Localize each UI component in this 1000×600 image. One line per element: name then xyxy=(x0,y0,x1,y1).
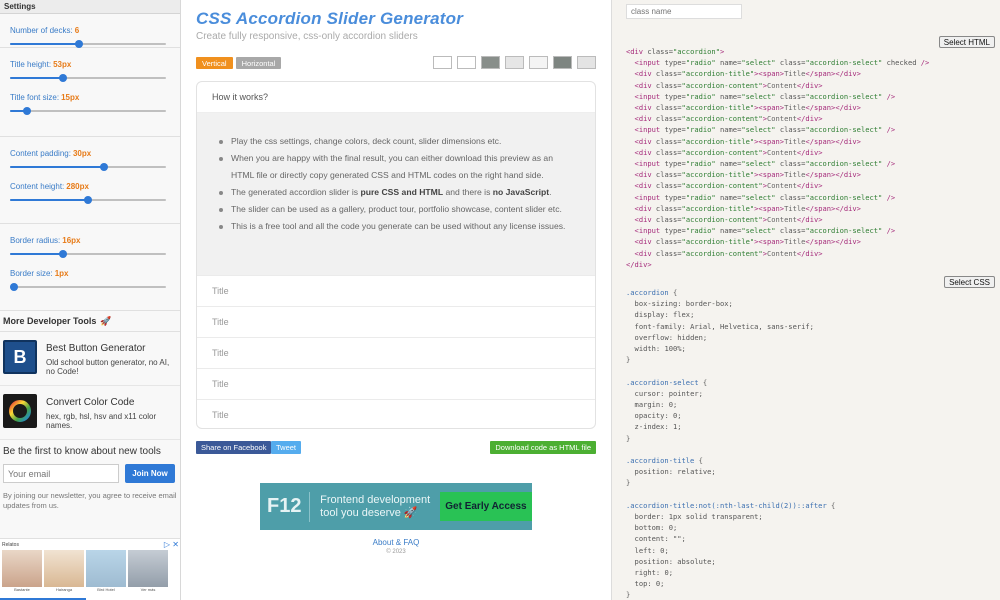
title-font-size-control: Title font size: 15px xyxy=(10,81,170,116)
accordion-title[interactable]: Title xyxy=(197,337,595,368)
slider-handle[interactable] xyxy=(84,196,92,204)
share-row: Share on Facebook Tweet Download code as… xyxy=(196,441,596,454)
list-item: When you are happy with the final result… xyxy=(217,150,575,184)
color-swatch[interactable] xyxy=(505,56,524,69)
ad-thumb[interactable]: Bastante xyxy=(2,550,42,592)
ad-thumb[interactable]: Ver más xyxy=(128,550,168,592)
tweet-button[interactable]: Tweet xyxy=(271,441,302,454)
about-faq-link[interactable]: About & FAQ xyxy=(182,538,610,547)
tool-convert-color-code[interactable]: Convert Color Code hex, rgb, hsl, hsv an… xyxy=(0,386,180,440)
select-html-button[interactable]: Select HTML xyxy=(938,36,995,48)
page-title: CSS Accordion Slider Generator xyxy=(196,9,464,28)
color-swatch[interactable] xyxy=(577,56,596,69)
page-subtitle: Create fully responsive, css-only accord… xyxy=(196,31,418,42)
tool-desc: hex, rgb, hsl, hsv and x11 color names. xyxy=(46,412,157,430)
content-height-control: Content height: 280px xyxy=(10,170,170,205)
select-css-button[interactable]: Select CSS xyxy=(944,276,995,288)
border-radius-control: Border radius: 16px xyxy=(10,224,170,259)
vertical-button[interactable]: Vertical xyxy=(196,57,233,69)
content-settings-group: Content padding: 30px Content height: 280p… xyxy=(0,137,180,224)
ad-label: Relatos xyxy=(2,542,19,548)
ad-close-icon[interactable]: ▷ ✕ xyxy=(164,540,179,549)
list-item: The generated accordion slider is pure C… xyxy=(217,184,575,201)
list-item: This is a free tool and all the code you… xyxy=(217,218,575,235)
tool-name: Convert Color Code xyxy=(46,397,135,408)
slider-handle[interactable] xyxy=(99,163,108,171)
color-swatches xyxy=(433,56,596,69)
newsletter: Be the first to know about new tools Joi… xyxy=(0,440,180,517)
slider-handle[interactable] xyxy=(23,107,32,115)
horizontal-button[interactable]: Horizontal xyxy=(235,57,282,69)
f12-banner-ad[interactable]: F12 Frontend development tool you deserv… xyxy=(260,483,532,530)
accordion-title[interactable]: Title xyxy=(197,306,595,337)
content-height-slider[interactable] xyxy=(10,195,166,205)
code-panel: Select HTML <div class="accordion"> <inp… xyxy=(611,0,1000,600)
css-code[interactable]: .accordion { box-sizing: border-box; dis… xyxy=(626,287,835,600)
border-radius-slider[interactable] xyxy=(10,249,166,259)
accordion-content: Play the css settings, change colors, de… xyxy=(197,113,595,275)
newsletter-title: Be the first to know about new tools xyxy=(3,446,161,457)
html-code[interactable]: <div class="accordion"> <input type="rad… xyxy=(626,46,929,270)
slider-handle[interactable] xyxy=(10,283,18,291)
slider-handle[interactable] xyxy=(74,40,83,48)
list-item: The slider can be used as a gallery, pro… xyxy=(217,201,575,218)
settings-header: Settings xyxy=(0,0,180,14)
accordion-title-open[interactable]: How it works? xyxy=(197,82,595,113)
title-settings-group: Title height: 53px Title font size: 15px xyxy=(0,48,180,137)
accordion-title[interactable]: Title xyxy=(197,275,595,306)
list-item: Play the css settings, change colors, de… xyxy=(217,133,575,150)
f12-logo: F12 xyxy=(267,491,311,522)
border-size-slider[interactable] xyxy=(10,282,166,292)
ad-thumb[interactable]: Hairanga xyxy=(44,550,84,592)
preview-area: CSS Accordion Slider Generator Create fu… xyxy=(182,0,610,600)
tool-desc: Old school button generator, no AI, no C… xyxy=(46,358,170,376)
share-facebook-button[interactable]: Share on Facebook xyxy=(196,441,272,454)
title-font-size-slider[interactable] xyxy=(10,106,166,116)
border-settings-group: Border radius: 16px Border size: 1px xyxy=(0,224,180,311)
accordion-title[interactable]: Title xyxy=(197,368,595,399)
content-padding-control: Content padding: 30px xyxy=(10,137,170,172)
color-swatch[interactable] xyxy=(433,56,452,69)
button-generator-logo-icon: B xyxy=(3,340,37,374)
deck-count-slider[interactable] xyxy=(10,39,166,49)
deck-settings-group: Number of decks: 6 xyxy=(0,14,180,48)
settings-sidebar: Settings Number of decks: 6 Title height:… xyxy=(0,0,181,600)
tool-best-button-generator[interactable]: B Best Button Generator Old school butto… xyxy=(0,332,180,386)
color-swatch[interactable] xyxy=(553,56,572,69)
join-now-button[interactable]: Join Now xyxy=(125,464,175,483)
color-swatch[interactable] xyxy=(457,56,476,69)
banner-text: Frontend development tool you deserve 🚀 xyxy=(320,493,431,519)
ad-thumb[interactable]: Bird Hotel xyxy=(86,550,126,592)
get-early-access-button[interactable]: Get Early Access xyxy=(439,492,532,521)
color-converter-logo-icon xyxy=(3,394,37,428)
border-size-control: Border size: 1px xyxy=(10,257,170,292)
email-input[interactable] xyxy=(3,464,119,483)
color-swatch[interactable] xyxy=(529,56,548,69)
title-height-slider[interactable] xyxy=(10,73,166,83)
rocket-icon: 🚀 xyxy=(100,315,112,326)
color-swatch[interactable] xyxy=(481,56,500,69)
copyright: © 2023 xyxy=(386,549,406,555)
deck-count-control: Number of decks: 6 xyxy=(10,14,170,49)
newsletter-note: By joining our newsletter, you agree to … xyxy=(3,491,177,510)
ad-strip[interactable]: Relatos ▷ ✕ Bastante Hairanga Bird Hotel… xyxy=(0,538,180,600)
accordion-title[interactable]: Title xyxy=(197,399,595,428)
download-html-button[interactable]: Download code as HTML file xyxy=(490,441,596,454)
tool-name: Best Button Generator xyxy=(46,343,146,354)
content-padding-slider[interactable] xyxy=(10,162,166,172)
class-name-input[interactable] xyxy=(626,4,742,19)
slider-handle[interactable] xyxy=(59,250,68,258)
title-height-control: Title height: 53px xyxy=(10,48,170,83)
more-tools-title: More Developer Tools 🚀 xyxy=(0,311,180,332)
slider-handle[interactable] xyxy=(59,74,68,82)
orientation-toggle: Vertical Horizontal xyxy=(196,57,282,69)
accordion-preview: How it works? Play the css settings, cha… xyxy=(196,81,596,429)
